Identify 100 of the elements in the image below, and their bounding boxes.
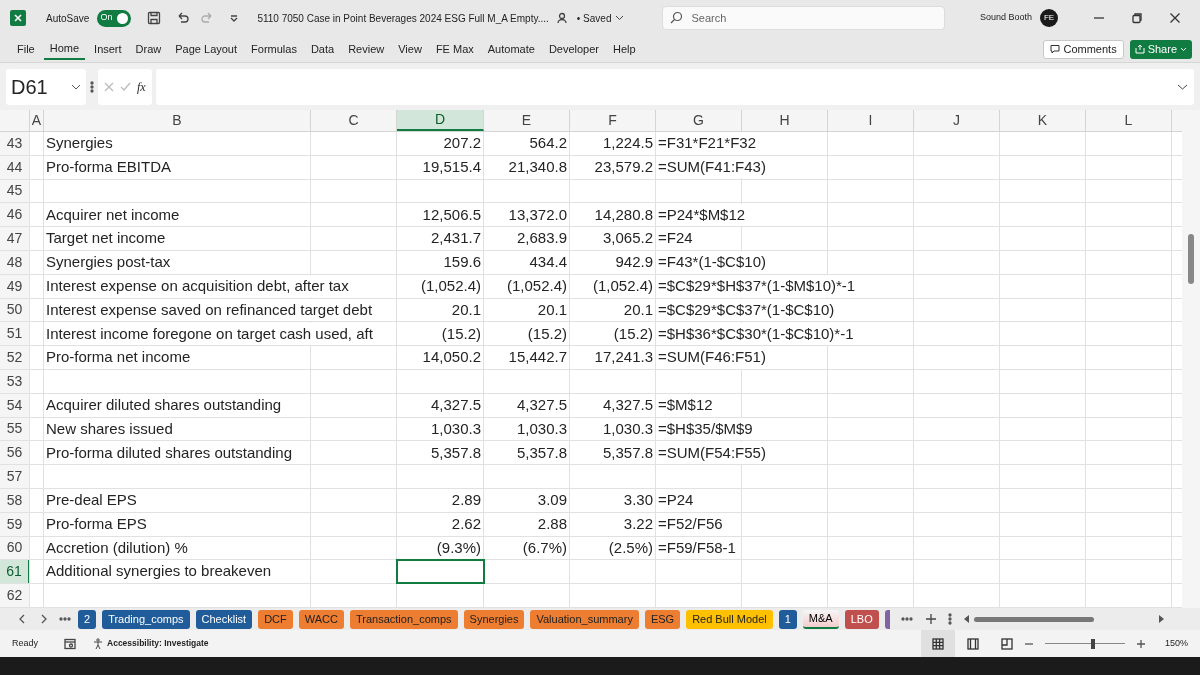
customize-toolbar-icon[interactable] [229, 13, 240, 23]
more-sheets-icon[interactable] [58, 617, 72, 621]
ribbon-tab[interactable]: View [392, 38, 428, 60]
row-header[interactable]: 56 [0, 441, 30, 465]
ribbon-tab[interactable]: Developer [542, 38, 605, 60]
column-header[interactable]: G [656, 110, 742, 131]
column-header[interactable]: H [742, 110, 828, 131]
row-header[interactable]: 58 [0, 488, 30, 512]
page-break-view-icon[interactable] [1000, 637, 1013, 650]
sheet-tab[interactable] [884, 609, 890, 629]
row-header[interactable]: 60 [0, 536, 30, 560]
row-header[interactable]: 54 [0, 393, 30, 417]
formula-input-field[interactable] [155, 68, 1194, 105]
formula-text: =F31*F21*F32 [658, 132, 756, 155]
autosave-toggle[interactable]: On [97, 9, 132, 27]
column-header[interactable]: K [1000, 110, 1086, 131]
number-cell-text: (15.2) [441, 323, 482, 344]
row-header[interactable]: 53 [0, 369, 30, 393]
row-header[interactable]: 62 [0, 584, 30, 607]
accessibility-button[interactable]: Accessibility: Investigate [92, 637, 209, 650]
sheet-tab[interactable]: LBO [844, 609, 879, 629]
number-cell-text: 14,050.2 [422, 347, 482, 368]
column-header[interactable]: F [570, 110, 656, 131]
number-cell-text: (1,052.4) [506, 275, 568, 296]
sheet-tab[interactable]: DCF [258, 609, 293, 629]
sheet-tab[interactable]: 2 [78, 609, 97, 629]
row-header[interactable]: 59 [0, 512, 30, 536]
row-header[interactable]: 50 [0, 298, 30, 322]
number-cell-text: 942.9 [615, 252, 654, 273]
ribbon-tab[interactable]: Help [607, 38, 642, 60]
more-options-icon[interactable] [947, 613, 952, 625]
horizontal-scrollbar[interactable] [963, 612, 1164, 626]
ribbon-tab[interactable]: FE Max [429, 38, 480, 60]
more-options-icon [90, 80, 94, 93]
search-field[interactable]: Search [662, 6, 946, 30]
column-header[interactable]: E [484, 110, 570, 131]
row-header[interactable]: 45 [0, 179, 30, 203]
scroll-left-icon[interactable] [963, 615, 970, 623]
user-avatar[interactable]: FE [1040, 9, 1058, 27]
scroll-right-icon[interactable] [1157, 615, 1164, 623]
number-cell-text: (9.3%) [436, 537, 482, 558]
ribbon-tab[interactable]: Draw [129, 38, 168, 60]
number-cell-text: 12,506.5 [422, 204, 482, 225]
zoom-in-icon[interactable] [1136, 639, 1145, 648]
ribbon-tab[interactable]: File [11, 38, 41, 60]
macro-recording-icon [64, 637, 76, 650]
ribbon-tab[interactable]: Page Layout [169, 38, 244, 60]
saved-status-dropdown[interactable]: • Saved [576, 10, 625, 26]
number-cell-text: 2.62 [451, 513, 482, 534]
column-header[interactable]: L [1086, 110, 1172, 131]
ribbon-tab[interactable]: Automate [481, 38, 541, 60]
row-header[interactable]: 43 [0, 132, 30, 155]
number-cell-text: 5,357.8 [602, 442, 654, 463]
ribbon-tab[interactable]: Review [342, 38, 391, 60]
row-header[interactable]: 49 [0, 274, 30, 298]
zoom-slider[interactable] [1044, 637, 1125, 650]
column-header[interactable]: B [44, 110, 311, 131]
sheet-tab[interactable]: WACC [298, 609, 344, 629]
ribbon-tab[interactable]: Home [43, 38, 86, 60]
expand-icon[interactable] [1177, 83, 1188, 90]
sheet-tab[interactable]: 1 [778, 609, 797, 629]
share-icon [1134, 44, 1145, 54]
column-header[interactable]: I [828, 110, 914, 131]
vertical-scrollbar[interactable] [1182, 110, 1200, 608]
sheet-tab[interactable]: ESG [644, 609, 681, 629]
column-header[interactable]: J [914, 110, 1000, 131]
column-header[interactable]: A [30, 110, 44, 131]
row-header[interactable]: 48 [0, 251, 30, 274]
row-header[interactable]: 44 [0, 155, 30, 179]
normal-view-icon[interactable] [920, 630, 955, 657]
sheet-tab[interactable]: M&A [802, 609, 839, 629]
number-cell-text: (2.5%) [608, 537, 654, 558]
more-sheets-icon[interactable] [899, 617, 914, 621]
file-name: 5110 7050 Case in Point Beverages 2024 ESG Full M_A Empty.... [257, 11, 549, 26]
sheet-tab[interactable]: Valuation_summary [530, 609, 639, 629]
row-header[interactable]: 47 [0, 227, 30, 250]
add-sheet-icon[interactable] [925, 614, 936, 624]
ribbon-tab[interactable]: Data [304, 38, 341, 60]
sheet-tab[interactable]: Transaction_comps [349, 609, 458, 629]
sheet-tab[interactable]: Synergies [463, 609, 525, 629]
ribbon-tab[interactable]: Formulas [245, 38, 303, 60]
ribbon-tab[interactable]: Insert [88, 38, 128, 60]
page-layout-view-icon[interactable] [966, 637, 979, 650]
sheet-tab[interactable]: Checklist [195, 609, 253, 629]
row-header[interactable]: 51 [0, 322, 30, 346]
row-header[interactable]: 61 [0, 560, 30, 584]
comments-button[interactable]: Comments [1043, 39, 1124, 59]
row-header[interactable]: 52 [0, 346, 30, 369]
row-header[interactable]: 57 [0, 465, 30, 488]
save-icon[interactable] [147, 11, 162, 25]
formula-text: =SUM(F41:F43) [658, 155, 766, 179]
row-header[interactable]: 55 [0, 417, 30, 441]
column-header[interactable]: D [397, 110, 484, 131]
insert-function-button[interactable]: fx [137, 77, 146, 96]
share-button[interactable]: Share [1129, 39, 1192, 59]
sheet-tab[interactable]: Red Bull Model [686, 609, 773, 629]
zoom-slider-thumb[interactable] [1090, 638, 1095, 649]
row-header[interactable]: 46 [0, 203, 30, 227]
name-box[interactable]: D61 [6, 68, 86, 105]
sheet-tab[interactable]: Trading_comps [102, 609, 190, 629]
